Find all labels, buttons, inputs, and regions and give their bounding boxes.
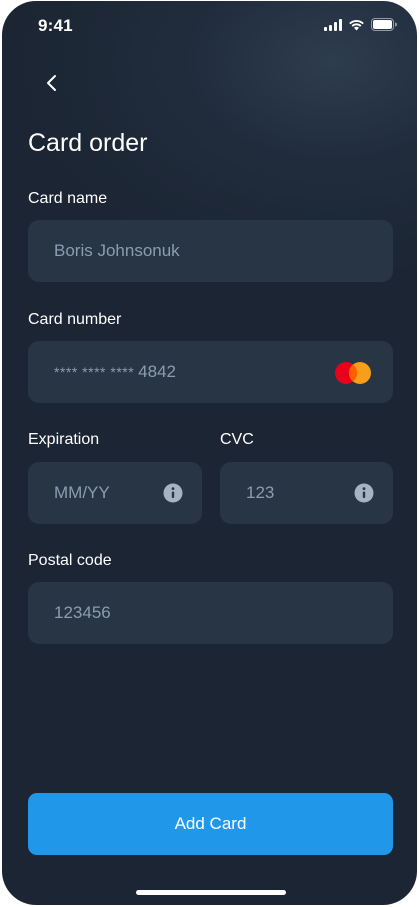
expiration-input[interactable]: MM/YY bbox=[28, 462, 202, 524]
add-card-button[interactable]: Add Card bbox=[28, 793, 393, 855]
page-title: Card order bbox=[28, 129, 148, 157]
card-number-label: Card number bbox=[28, 311, 122, 328]
postal-code-label: Postal code bbox=[28, 552, 112, 569]
card-number-last-digits: 4842 bbox=[138, 362, 176, 381]
expiration-label: Expiration bbox=[28, 431, 100, 448]
back-button[interactable] bbox=[36, 67, 68, 99]
wifi-icon bbox=[349, 19, 364, 30]
mastercard-icon bbox=[335, 362, 371, 384]
expiration-placeholder: MM/YY bbox=[54, 483, 110, 502]
cvc-label: CVC bbox=[220, 431, 254, 448]
card-number-input[interactable]: **** **** **** 4842 bbox=[28, 341, 393, 403]
postal-code-input[interactable]: 123456 bbox=[28, 582, 393, 644]
postal-code-placeholder: 123456 bbox=[54, 603, 111, 622]
status-bar: 9:41 bbox=[2, 1, 417, 51]
chevron-left-icon bbox=[47, 75, 56, 91]
cellular-signal-icon bbox=[324, 18, 342, 31]
cvc-input[interactable]: 123 bbox=[220, 462, 393, 524]
status-time: 9:41 bbox=[38, 16, 73, 35]
phone-screen: 9:41 Card order Card name Boris Johnsonu… bbox=[2, 1, 417, 905]
status-icons bbox=[324, 18, 397, 31]
card-name-value: Boris Johnsonuk bbox=[54, 241, 180, 260]
info-icon[interactable] bbox=[163, 483, 183, 503]
cvc-placeholder: 123 bbox=[246, 483, 275, 502]
card-name-label: Card name bbox=[28, 190, 108, 207]
card-name-input[interactable]: Boris Johnsonuk bbox=[28, 220, 393, 282]
battery-icon bbox=[371, 18, 397, 31]
info-icon[interactable] bbox=[354, 483, 374, 503]
home-indicator bbox=[136, 890, 286, 895]
card-number-mask: **** **** **** bbox=[54, 364, 135, 380]
